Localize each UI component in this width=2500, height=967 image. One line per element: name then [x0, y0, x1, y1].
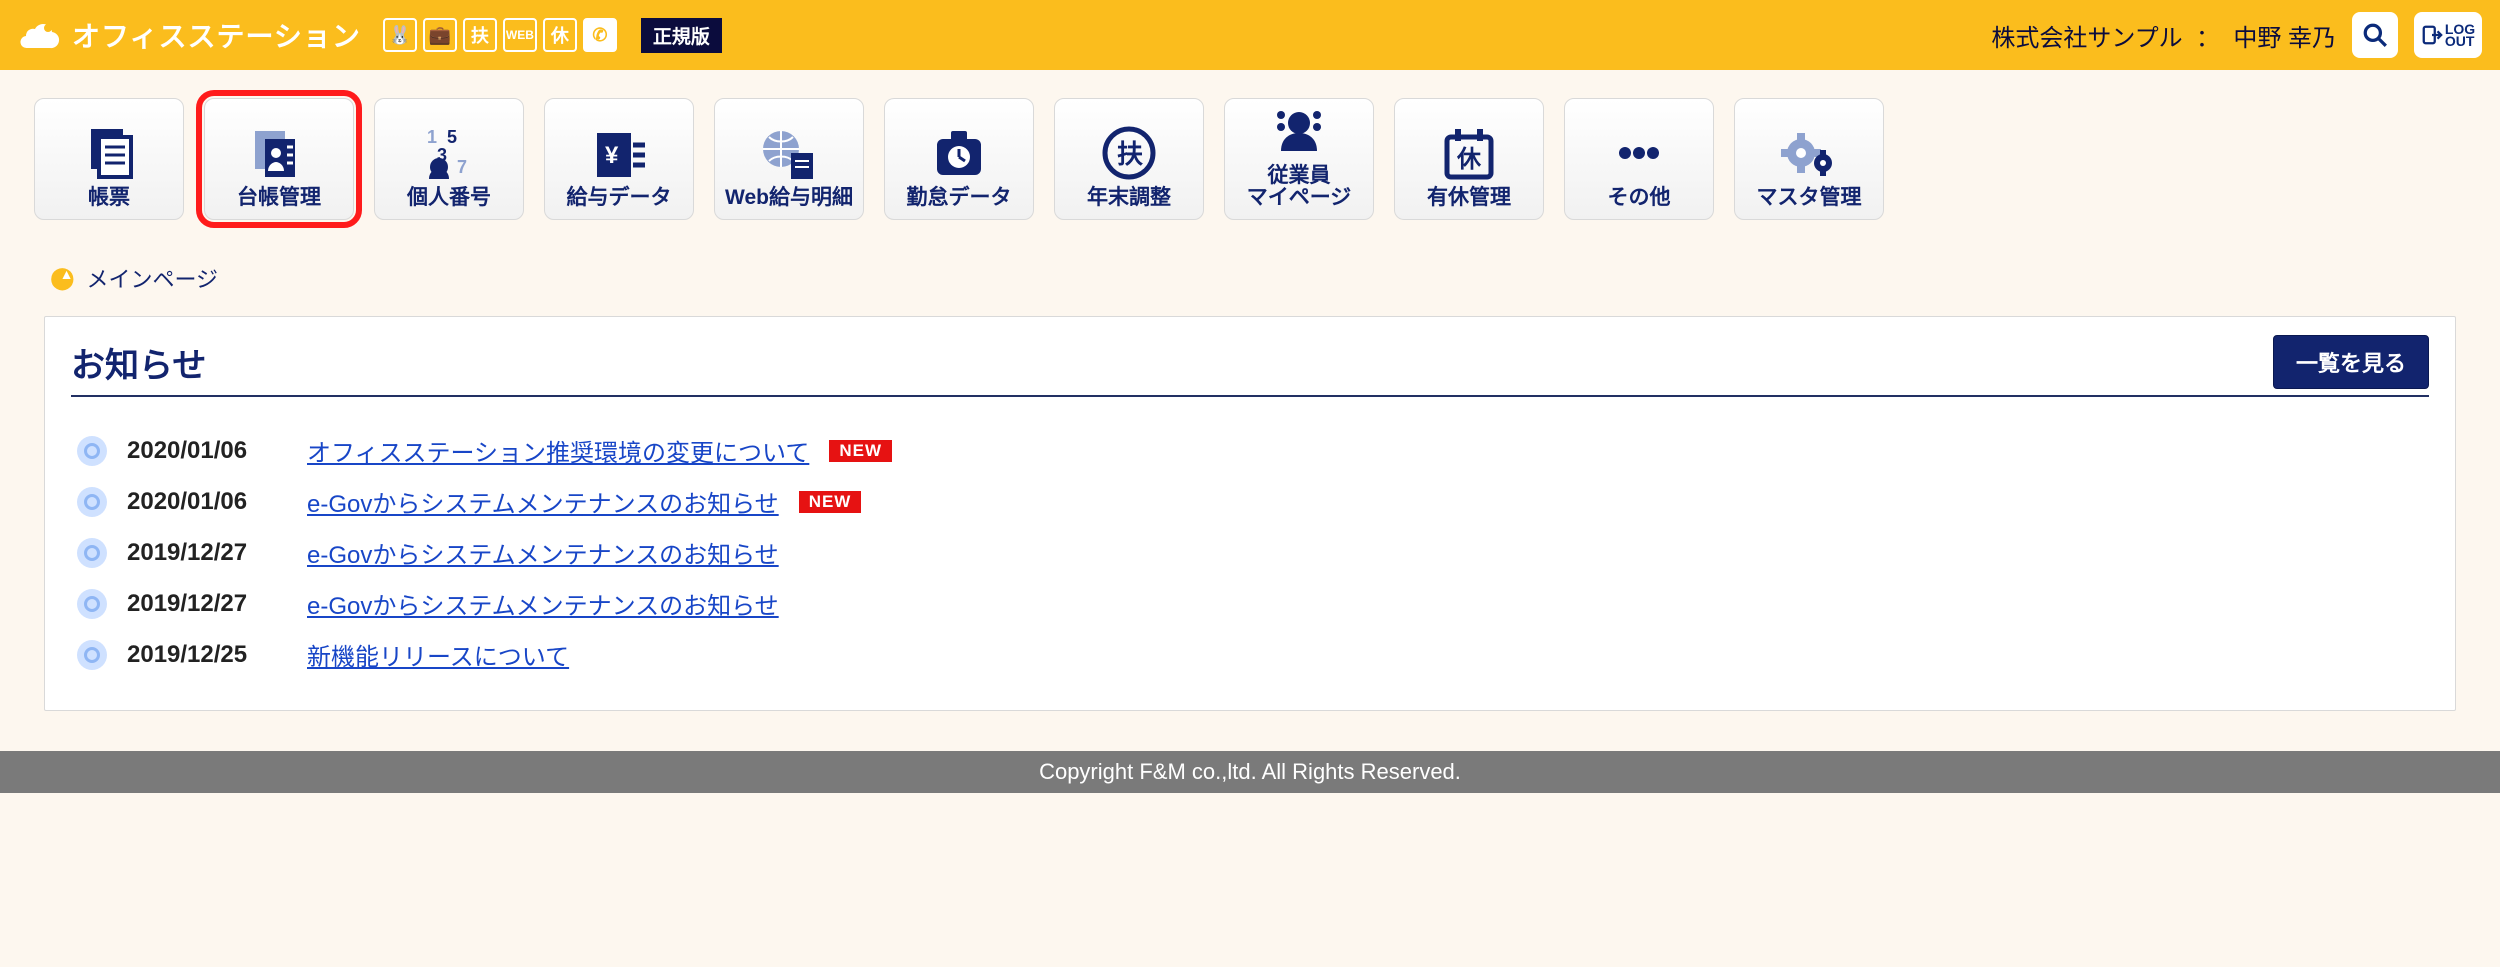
calendar-holiday-icon: 休	[1437, 123, 1501, 181]
news-panel: お知らせ 一覧を見る 2020/01/06 オフィスステーション推奨環境の変更に…	[44, 316, 2456, 711]
news-date: 2019/12/27	[127, 590, 287, 618]
topbar-right: 株式会社サンプル ： 中野 幸乃 LOG OUT	[1991, 12, 2482, 58]
news-date: 2019/12/27	[127, 539, 287, 567]
news-link[interactable]: e-Govからシステムメンテナンスのお知らせ	[307, 484, 779, 519]
globe-doc-icon	[757, 123, 821, 181]
header-mini-icons: 🐰 💼 扶 WEB 休 ✆	[383, 18, 617, 52]
new-badge: NEW	[829, 440, 892, 462]
view-all-button[interactable]: 一覧を見る	[2273, 335, 2429, 389]
search-icon	[2362, 22, 2388, 48]
panel-header: お知らせ 一覧を見る	[71, 335, 2429, 397]
nav-tile-mynumber[interactable]: 1537 個人番号	[374, 98, 524, 220]
cloud-logo-icon	[18, 18, 62, 52]
news-item: 2020/01/06 e-Govからシステムメンテナンスのお知らせ NEW	[77, 476, 2423, 527]
panel-title: お知らせ	[71, 338, 206, 387]
svg-text:¥: ¥	[605, 142, 619, 169]
breadcrumb: ⬤▲ メインページ	[0, 236, 2500, 302]
employee-icon	[1267, 101, 1331, 159]
company-sep	[2189, 25, 2196, 52]
home-icon[interactable]: ⬤▲	[50, 265, 88, 291]
topbar-left: オフィスステーション 🐰 💼 扶 WEB 休 ✆ 正規版	[18, 15, 722, 55]
news-list: 2020/01/06 オフィスステーション推奨環境の変更について NEW 202…	[71, 397, 2429, 680]
gear-bullet-icon	[77, 436, 107, 466]
gear-bullet-icon	[77, 538, 107, 568]
news-link[interactable]: 新機能リリースについて	[307, 637, 569, 672]
logout-button[interactable]: LOG OUT	[2414, 12, 2482, 58]
gear-bullet-icon	[77, 487, 107, 517]
nav-tile-attendance[interactable]: 勤怠データ	[884, 98, 1034, 220]
id-card-icon	[247, 123, 311, 181]
new-badge: NEW	[799, 491, 862, 513]
nav-tile-other[interactable]: その他	[1564, 98, 1714, 220]
search-button[interactable]	[2352, 12, 2398, 58]
news-item: 2020/01/06 オフィスステーション推奨環境の変更について NEW	[77, 425, 2423, 476]
nav-tile-salary[interactable]: ¥ 給与データ	[544, 98, 694, 220]
news-date: 2020/01/06	[127, 488, 287, 516]
nav-label: Web給与明細	[725, 187, 853, 209]
svg-text:1: 1	[427, 127, 437, 147]
gears-icon	[1777, 123, 1841, 181]
document-icon	[77, 123, 141, 181]
footer: Copyright F&M co.,ltd. All Rights Reserv…	[0, 751, 2500, 793]
gear-bullet-icon	[77, 640, 107, 670]
main-nav: 帳票 台帳管理 1537 個人番号 ¥ 給与データ Web給与明細 勤怠データ …	[0, 70, 2500, 236]
dots-icon	[1607, 123, 1671, 181]
logout-label: LOG OUT	[2445, 23, 2475, 47]
nav-tile-leave[interactable]: 休 有休管理	[1394, 98, 1544, 220]
clock-camera-icon	[927, 123, 991, 181]
nav-label: 有休管理	[1427, 187, 1511, 209]
yen-envelope-icon: ¥	[587, 123, 651, 181]
svg-text:7: 7	[457, 157, 467, 177]
gear-bullet-icon	[77, 589, 107, 619]
nav-label: その他	[1608, 187, 1671, 209]
topbar: オフィスステーション 🐰 💼 扶 WEB 休 ✆ 正規版 株式会社サンプル ： …	[0, 0, 2500, 70]
separator: ：	[2196, 25, 2220, 52]
nav-label: マスタ管理	[1757, 187, 1862, 209]
news-link[interactable]: e-Govからシステムメンテナンスのお知らせ	[307, 586, 779, 621]
svg-text:休: 休	[1456, 146, 1482, 173]
briefcase-icon[interactable]: 💼	[423, 18, 457, 52]
holiday-icon[interactable]: 休	[543, 18, 577, 52]
news-link[interactable]: オフィスステーション推奨環境の変更について	[307, 433, 809, 468]
nav-tile-master[interactable]: マスタ管理	[1734, 98, 1884, 220]
nav-tile-payslip[interactable]: Web給与明細	[714, 98, 864, 220]
svg-text:扶: 扶	[1117, 139, 1143, 169]
news-item: 2019/12/27 e-Govからシステムメンテナンスのお知らせ	[77, 578, 2423, 629]
web-icon[interactable]: WEB	[503, 18, 537, 52]
nav-tile-ledger[interactable]: 台帳管理	[204, 98, 354, 220]
nav-label: 個人番号	[407, 187, 491, 209]
nav-tile-reports[interactable]: 帳票	[34, 98, 184, 220]
user-name: 中野 幸乃	[2233, 25, 2336, 52]
nav-label: 給与データ	[567, 187, 672, 209]
news-date: 2019/12/25	[127, 641, 287, 669]
nav-label: 従業員 マイページ	[1247, 165, 1352, 209]
copyright: Copyright F&M co.,ltd. All Rights Reserv…	[1039, 759, 1461, 784]
news-link[interactable]: e-Govからシステムメンテナンスのお知らせ	[307, 535, 779, 570]
phone-icon[interactable]: ✆	[583, 18, 617, 52]
app-name: オフィスステーション	[72, 15, 361, 55]
company-user: 株式会社サンプル ： 中野 幸乃	[1991, 18, 2336, 53]
nav-label: 勤怠データ	[907, 187, 1012, 209]
nav-tile-yearend[interactable]: 扶 年末調整	[1054, 98, 1204, 220]
nav-label: 台帳管理	[237, 187, 321, 209]
rabbit-icon[interactable]: 🐰	[383, 18, 417, 52]
svg-text:5: 5	[447, 127, 457, 147]
nav-tile-mypage[interactable]: 従業員 マイページ	[1224, 98, 1374, 220]
version-badge: 正規版	[641, 18, 722, 53]
company-name: 株式会社サンプル	[1991, 25, 2182, 52]
nav-label: 年末調整	[1087, 187, 1171, 209]
dependent-icon: 扶	[1097, 123, 1161, 181]
number-card-icon: 1537	[417, 123, 481, 181]
news-item: 2019/12/25 新機能リリースについて	[77, 629, 2423, 680]
tax-icon[interactable]: 扶	[463, 18, 497, 52]
news-item: 2019/12/27 e-Govからシステムメンテナンスのお知らせ	[77, 527, 2423, 578]
breadcrumb-label[interactable]: メインページ	[86, 262, 218, 294]
nav-label: 帳票	[88, 187, 130, 209]
news-date: 2020/01/06	[127, 437, 287, 465]
logout-icon	[2421, 24, 2443, 46]
